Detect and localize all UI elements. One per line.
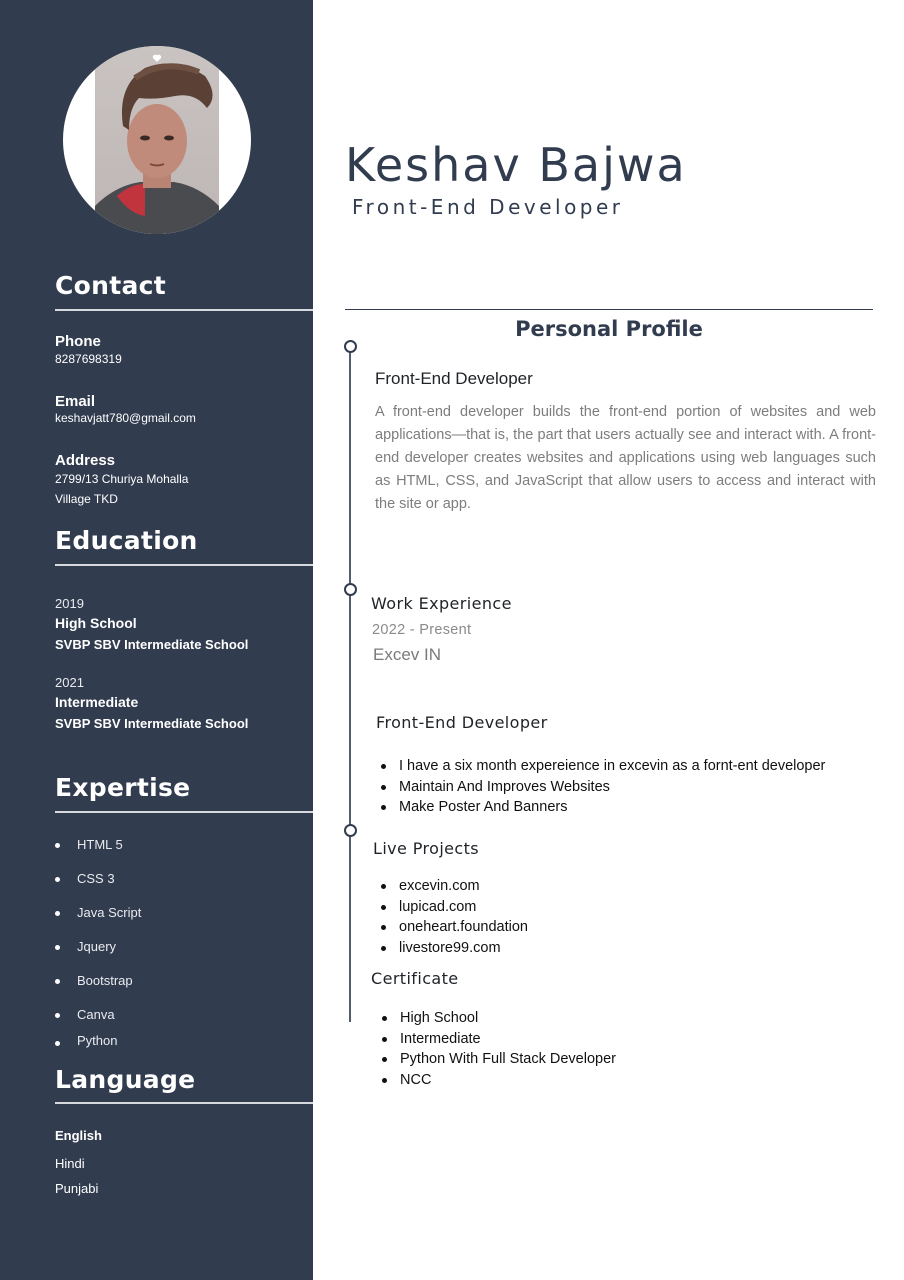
certificate-list: High School Intermediate Python With Ful… bbox=[375, 1008, 616, 1090]
bullet-icon bbox=[55, 1041, 60, 1046]
contact-title: Contact bbox=[55, 271, 167, 300]
work-period: 2022 - Present bbox=[372, 622, 472, 638]
profile-description: A front-end developer builds the front-e… bbox=[375, 404, 876, 512]
sidebar: Contact Phone 8287698319 Email keshavjat… bbox=[0, 0, 313, 1280]
bullet-icon bbox=[55, 911, 60, 916]
person-photo-illustration bbox=[95, 54, 219, 234]
list-item: High School bbox=[375, 1008, 616, 1029]
bullet-icon bbox=[55, 979, 60, 984]
candidate-name: Keshav Bajwa bbox=[345, 138, 687, 192]
address-line2: Village TKD bbox=[55, 492, 118, 506]
certificate-title: Certificate bbox=[371, 969, 459, 988]
list-item: Python With Full Stack Developer bbox=[375, 1049, 616, 1070]
contact-divider bbox=[55, 309, 313, 311]
header-divider bbox=[345, 309, 873, 310]
bullet-icon bbox=[55, 843, 60, 848]
address-label: Address bbox=[55, 452, 116, 469]
bullet-icon bbox=[55, 1013, 60, 1018]
list-item: I have a six month expereience in excevi… bbox=[374, 756, 825, 777]
education-title: Education bbox=[55, 526, 198, 555]
address-line1: 2799/13 Churiya Mohalla bbox=[55, 472, 189, 486]
work-company: Excev IN bbox=[373, 645, 442, 664]
education-school: SVBP SBV Intermediate School bbox=[55, 716, 249, 731]
timeline-dot-icon bbox=[344, 824, 357, 837]
list-item: NCC bbox=[375, 1070, 616, 1091]
email-value: keshavjatt780@gmail.com bbox=[55, 411, 196, 425]
list-item: Maintain And Improves Websites bbox=[374, 777, 825, 798]
education-year: 2021 bbox=[55, 675, 84, 690]
work-experience-title: Work Experience bbox=[371, 594, 512, 613]
timeline-dot-icon bbox=[344, 583, 357, 596]
project-list: excevin.com lupicad.com oneheart.foundat… bbox=[374, 876, 528, 958]
language-item: Punjabi bbox=[55, 1181, 99, 1196]
work-position: Front-End Developer bbox=[376, 713, 548, 732]
timeline-line bbox=[349, 350, 351, 1022]
timeline-dot-icon bbox=[344, 340, 357, 353]
profile-subtitle: Front-End Developer bbox=[375, 369, 533, 388]
work-bullets: I have a six month expereience in excevi… bbox=[374, 756, 825, 818]
bullet-icon bbox=[55, 877, 60, 882]
phone-value: 8287698319 bbox=[55, 352, 122, 366]
expertise-divider bbox=[55, 811, 313, 813]
project-link[interactable]: livestore99.com bbox=[374, 938, 528, 959]
language-divider bbox=[55, 1102, 313, 1104]
language-item: English bbox=[55, 1128, 102, 1143]
email-label: Email bbox=[55, 393, 96, 410]
profile-photo bbox=[63, 46, 251, 234]
personal-profile-title: Personal Profile bbox=[515, 317, 703, 341]
education-level: High School bbox=[55, 615, 137, 631]
language-title: Language bbox=[55, 1065, 196, 1094]
education-school: SVBP SBV Intermediate School bbox=[55, 637, 249, 652]
language-item: Hindi bbox=[55, 1156, 85, 1171]
live-projects-title: Live Projects bbox=[373, 839, 480, 858]
phone-label: Phone bbox=[55, 333, 101, 350]
expertise-title: Expertise bbox=[55, 773, 191, 802]
list-item: Intermediate bbox=[375, 1029, 616, 1050]
bullet-icon bbox=[55, 945, 60, 950]
candidate-role: Front-End Developer bbox=[352, 195, 624, 219]
project-link[interactable]: lupicad.com bbox=[374, 897, 528, 918]
list-item: Make Poster And Banners bbox=[374, 797, 825, 818]
education-level: Intermediate bbox=[55, 694, 139, 710]
education-year: 2019 bbox=[55, 596, 84, 611]
project-link[interactable]: oneheart.foundation bbox=[374, 917, 528, 938]
project-link[interactable]: excevin.com bbox=[374, 876, 528, 897]
education-divider bbox=[55, 564, 313, 566]
